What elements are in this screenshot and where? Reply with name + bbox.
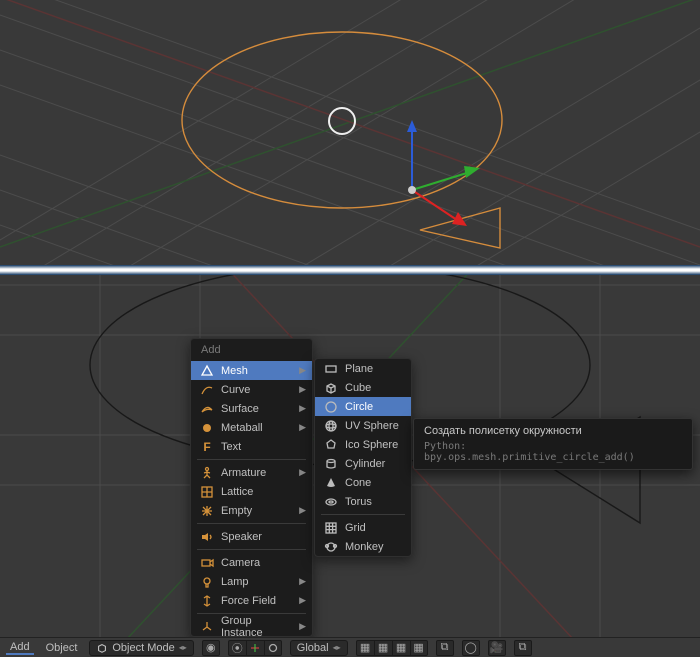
mesh-icosphere[interactable]: Ico Sphere (315, 435, 411, 454)
layers: ▦▦▦▦ (356, 640, 428, 656)
add-menu-curve[interactable]: Curve▶ (191, 380, 312, 399)
copy-button[interactable]: ⧉ (514, 640, 532, 656)
empty-icon (199, 503, 215, 519)
lamp-icon (199, 574, 215, 590)
mesh-uvsphere[interactable]: UV Sphere (315, 416, 411, 435)
layer-button[interactable]: ▦ (356, 640, 374, 656)
render-button[interactable]: 🎥 (488, 640, 506, 656)
cylinder-icon (323, 456, 339, 472)
layer-button[interactable]: ▦ (410, 640, 428, 656)
mesh-torus[interactable]: Torus (315, 492, 411, 511)
icosphere-icon (323, 437, 339, 453)
chevron-right-icon: ▶ (299, 365, 306, 376)
group-icon (199, 619, 215, 635)
mode-selector[interactable]: Object Mode◂▸ (89, 640, 193, 656)
3d-cursor[interactable] (328, 107, 356, 135)
mesh-submenu: Plane Cube Circle UV Sphere Ico Sphere C… (314, 358, 412, 557)
add-menu-force[interactable]: Force Field▶ (191, 591, 312, 610)
lattice-icon (199, 484, 215, 500)
add-menu-text[interactable]: FText (191, 437, 312, 456)
text-icon: F (199, 439, 215, 455)
add-menu-lattice[interactable]: Lattice (191, 482, 312, 501)
camera-icon (199, 555, 215, 571)
tooltip-python: Python: bpy.ops.mesh.primitive_circle_ad… (424, 441, 682, 463)
shading-solid-button[interactable]: ◉ (202, 640, 220, 656)
monkey-icon (323, 539, 339, 555)
speaker-icon (199, 529, 215, 545)
pivot-button[interactable]: ⦿ (228, 640, 246, 656)
add-menu-metaball[interactable]: Metaball▶ (191, 418, 312, 437)
tooltip: Создать полисетку окружности Python: bpy… (413, 418, 693, 470)
curve-icon (199, 382, 215, 398)
add-menu-lamp[interactable]: Lamp▶ (191, 572, 312, 591)
bottom-header: Add Object Object Mode◂▸ ◉ ⦿ Global◂▸ ▦▦… (0, 637, 700, 657)
circle-icon (323, 399, 339, 415)
add-menu: Add Mesh▶ Curve▶ Surface▶ Metaball▶ FTex… (190, 338, 313, 637)
uvsphere-icon (323, 418, 339, 434)
snap-button[interactable]: ⧉ (436, 640, 454, 656)
cone-icon (323, 475, 339, 491)
manip-translate-button[interactable] (246, 640, 264, 656)
armature-icon (199, 465, 215, 481)
add-menu-title: Add (191, 339, 312, 361)
mesh-cube[interactable]: Cube (315, 378, 411, 397)
updown-icon: ◂▸ (179, 643, 187, 652)
force-icon (199, 593, 215, 609)
mesh-circle[interactable]: Circle (315, 397, 411, 416)
mesh-monkey[interactable]: Monkey (315, 537, 411, 556)
metaball-icon (199, 420, 215, 436)
add-menu-camera[interactable]: Camera (191, 553, 312, 572)
area-separator[interactable] (0, 265, 700, 275)
orientation-selector[interactable]: Global◂▸ (290, 640, 348, 656)
mesh-icon (199, 363, 215, 379)
mesh-grid[interactable]: Grid (315, 518, 411, 537)
manip-rotate-button[interactable] (264, 640, 282, 656)
tooltip-title: Создать полисетку окружности (424, 425, 682, 437)
add-menu-speaker[interactable]: Speaker (191, 527, 312, 546)
proportional-button[interactable]: ◯ (462, 640, 480, 656)
header-object[interactable]: Object (42, 642, 82, 654)
add-menu-mesh[interactable]: Mesh▶ (191, 361, 312, 380)
header-add[interactable]: Add (6, 641, 34, 655)
layer-button[interactable]: ▦ (392, 640, 410, 656)
mesh-plane[interactable]: Plane (315, 359, 411, 378)
surface-icon (199, 401, 215, 417)
plane-icon (323, 361, 339, 377)
add-menu-group[interactable]: Group Instance▶ (191, 617, 312, 636)
layer-button[interactable]: ▦ (374, 640, 392, 656)
cube-icon (323, 380, 339, 396)
viewport-top[interactable] (0, 0, 700, 265)
grid-icon (323, 520, 339, 536)
add-menu-surface[interactable]: Surface▶ (191, 399, 312, 418)
pivot-group: ⦿ (228, 640, 282, 656)
add-menu-empty[interactable]: Empty▶ (191, 501, 312, 520)
mesh-cylinder[interactable]: Cylinder (315, 454, 411, 473)
torus-icon (323, 494, 339, 510)
mesh-cone[interactable]: Cone (315, 473, 411, 492)
add-menu-armature[interactable]: Armature▶ (191, 463, 312, 482)
